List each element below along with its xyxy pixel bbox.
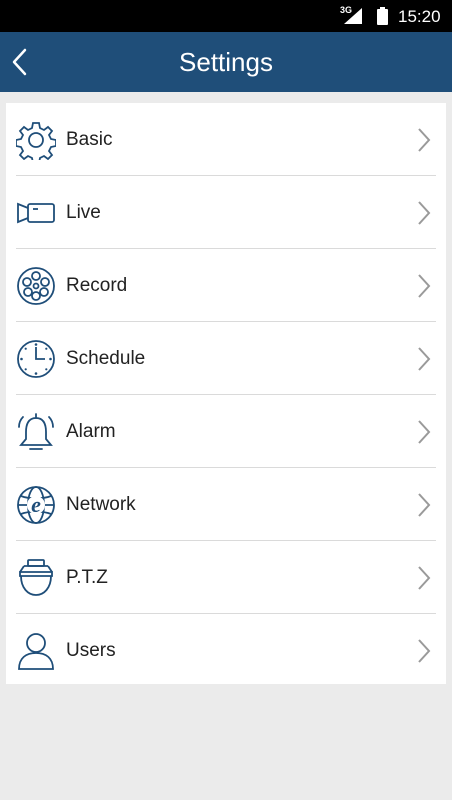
battery-icon bbox=[377, 7, 388, 25]
app-bar: Settings bbox=[0, 32, 452, 92]
chevron-right-icon bbox=[418, 420, 431, 444]
menu-item-schedule[interactable]: Schedule bbox=[6, 322, 446, 395]
menu-item-label: Basic bbox=[66, 129, 113, 150]
svg-text:e: e bbox=[31, 492, 41, 517]
settings-list: Basic Live Record Schedule Alarm e Netwo… bbox=[6, 103, 446, 684]
clock-icon bbox=[17, 340, 55, 378]
menu-item-label: Network bbox=[66, 494, 136, 515]
page-title: Settings bbox=[179, 47, 273, 77]
dome-camera-icon bbox=[19, 559, 53, 596]
menu-item-live[interactable]: Live bbox=[6, 176, 446, 249]
menu-item-label: Alarm bbox=[66, 421, 116, 442]
menu-item-record[interactable]: Record bbox=[6, 249, 446, 322]
user-icon bbox=[18, 633, 54, 670]
menu-item-label: P.T.Z bbox=[66, 567, 108, 588]
chevron-right-icon bbox=[418, 201, 431, 225]
menu-item-ptz[interactable]: P.T.Z bbox=[6, 541, 446, 614]
camera-icon bbox=[17, 202, 55, 224]
menu-item-label: Record bbox=[66, 275, 128, 296]
chevron-right-icon bbox=[418, 347, 431, 371]
chevron-right-icon bbox=[418, 493, 431, 517]
chevron-right-icon bbox=[418, 566, 431, 590]
menu-item-users[interactable]: Users bbox=[6, 614, 446, 687]
bell-icon bbox=[18, 413, 54, 450]
menu-item-label: Users bbox=[66, 640, 116, 661]
clock-time: 15:20 bbox=[398, 7, 441, 26]
globe-icon: e bbox=[17, 486, 55, 524]
gear-icon bbox=[16, 122, 56, 160]
chevron-right-icon bbox=[418, 128, 431, 152]
menu-item-alarm[interactable]: Alarm bbox=[6, 395, 446, 468]
chevron-right-icon bbox=[418, 639, 431, 663]
menu-item-label: Schedule bbox=[66, 348, 146, 369]
film-reel-icon bbox=[17, 267, 55, 305]
status-bar: 3G 15:20 bbox=[0, 0, 452, 32]
chevron-right-icon bbox=[418, 274, 431, 298]
menu-item-network[interactable]: e Network bbox=[6, 468, 446, 541]
menu-item-label: Live bbox=[66, 202, 101, 223]
menu-item-basic[interactable]: Basic bbox=[6, 103, 446, 176]
signal-icon bbox=[344, 8, 362, 24]
